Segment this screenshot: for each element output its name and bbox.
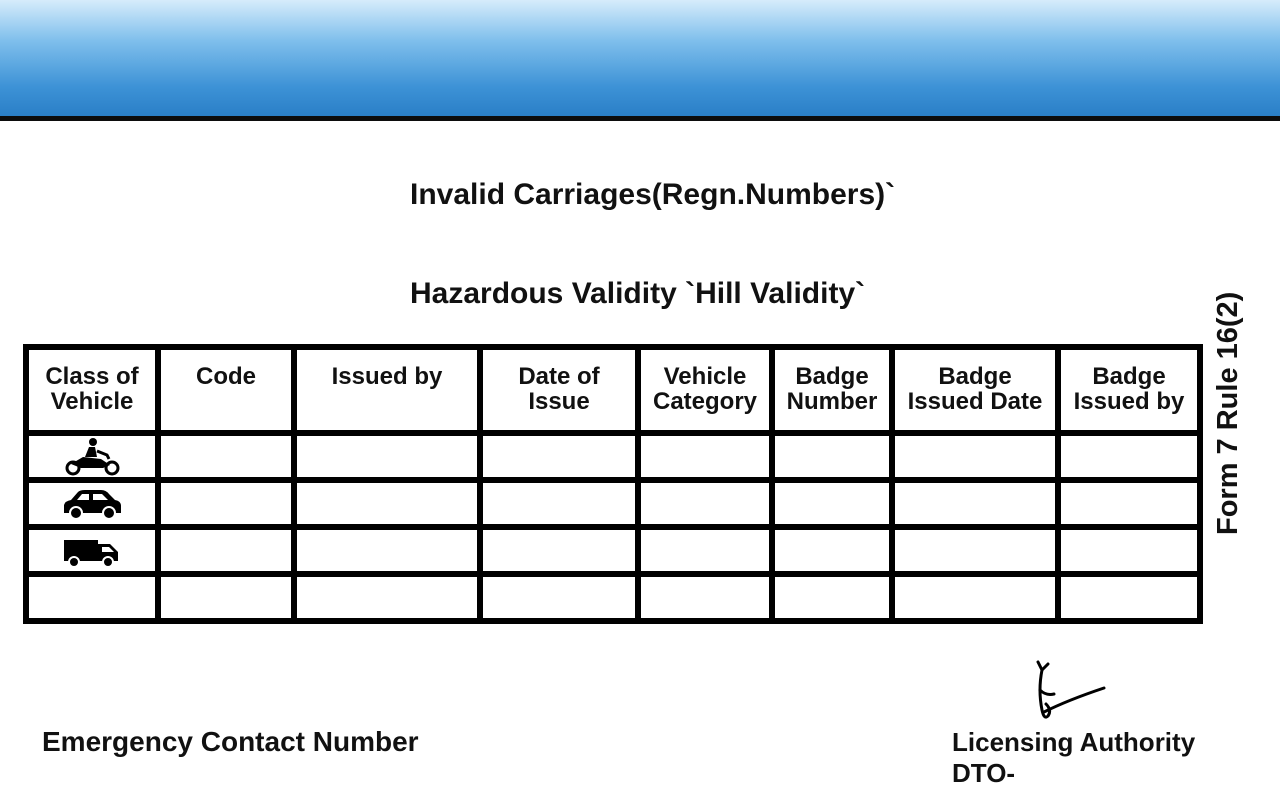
vehicle-class-cell xyxy=(23,477,161,530)
table-row xyxy=(23,524,1203,577)
code-cell xyxy=(155,524,297,577)
license-class-table: Class of Vehicle Code Issued by Date of … xyxy=(23,344,1203,624)
licensing-authority-block: Licensing Authority DTO- xyxy=(952,727,1195,789)
badge-number-cell xyxy=(769,430,895,483)
badge-issued-date-cell xyxy=(889,524,1061,577)
issued-by-cell xyxy=(291,430,483,483)
date-of-issue-cell xyxy=(477,430,641,483)
badge-issued-date-cell xyxy=(889,430,1061,483)
badge-issued-by-cell xyxy=(1055,430,1203,483)
vehicle-category-cell xyxy=(635,430,775,483)
table-row xyxy=(23,571,1203,624)
authority-title: Licensing Authority xyxy=(952,727,1196,757)
badge-issued-by-cell xyxy=(1055,524,1203,577)
col-header-code: Code xyxy=(155,344,297,436)
vehicle-class-cell xyxy=(23,430,161,483)
table-row xyxy=(23,477,1203,530)
vehicle-category-cell xyxy=(635,477,775,530)
col-header-class-of-vehicle: Class of Vehicle xyxy=(23,344,161,436)
badge-issued-date-cell xyxy=(889,571,1061,624)
issued-by-cell xyxy=(291,477,483,530)
table-row xyxy=(23,430,1203,483)
col-header-badge-issued-date: Badge Issued Date xyxy=(889,344,1061,436)
col-header-issued-by: Issued by xyxy=(291,344,483,436)
emergency-contact-label: Emergency Contact Number xyxy=(42,726,419,757)
issued-by-cell xyxy=(291,571,483,624)
badge-number-cell xyxy=(769,571,895,624)
authority-office: DTO- xyxy=(952,758,1016,788)
vehicle-category-cell xyxy=(635,524,775,577)
page-title: Invalid Carriages(Regn.Numbers)` xyxy=(410,178,896,211)
col-header-badge-issued-by: Badge Issued by xyxy=(1055,344,1203,436)
page-subtitle: Hazardous Validity `Hill Validity` xyxy=(410,277,866,310)
badge-issued-by-cell xyxy=(1055,477,1203,530)
badge-issued-date-cell xyxy=(889,477,1061,530)
badge-issued-by-cell xyxy=(1055,571,1203,624)
header-banner xyxy=(0,0,1280,121)
col-header-date-of-issue: Date of Issue xyxy=(477,344,641,436)
vehicle-class-cell xyxy=(23,524,161,577)
col-header-vehicle-category: Vehicle Category xyxy=(635,344,775,436)
motorcycle-icon xyxy=(65,437,120,475)
truck-icon xyxy=(64,539,118,568)
vehicle-category-cell xyxy=(635,571,775,624)
badge-number-cell xyxy=(769,524,895,577)
signature-mark xyxy=(1036,660,1106,719)
code-cell xyxy=(155,477,297,530)
badge-number-cell xyxy=(769,477,895,530)
vehicle-class-cell xyxy=(23,571,161,624)
date-of-issue-cell xyxy=(477,524,641,577)
code-cell xyxy=(155,430,297,483)
date-of-issue-cell xyxy=(477,477,641,530)
code-cell xyxy=(155,571,297,624)
issued-by-cell xyxy=(291,524,483,577)
col-header-badge-number: Badge Number xyxy=(769,344,895,436)
form-rule-label: Form 7 Rule 16(2) xyxy=(1212,291,1244,535)
table-header-row: Class of Vehicle Code Issued by Date of … xyxy=(23,344,1203,436)
car-icon xyxy=(64,489,121,520)
date-of-issue-cell xyxy=(477,571,641,624)
